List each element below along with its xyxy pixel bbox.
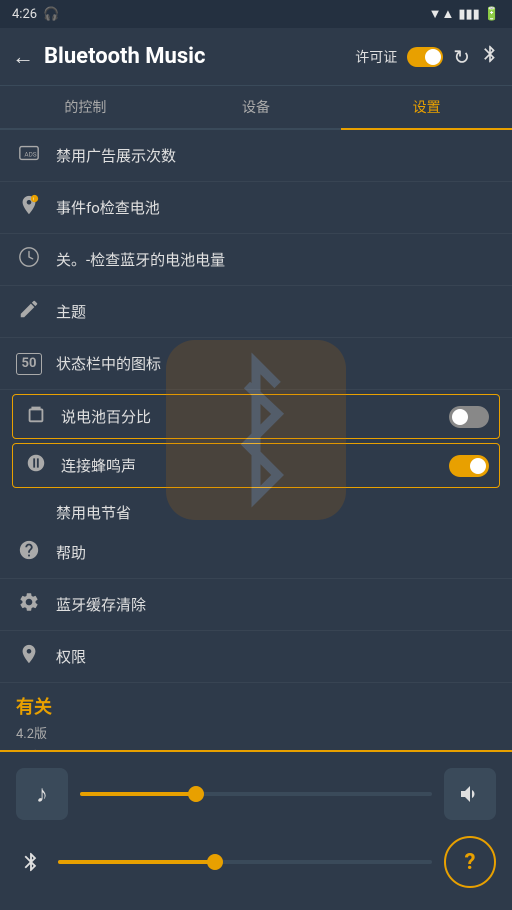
- theme-icon: [16, 298, 42, 325]
- signal-icon: ▮▮▮: [458, 7, 479, 22]
- help-circle-icon: ?: [465, 850, 476, 875]
- status-time: 4:26: [12, 7, 37, 22]
- svg-text:!: !: [33, 197, 34, 203]
- ads-label: 禁用广告展示次数: [56, 145, 496, 166]
- connect-beep-label: 连接蜂鸣声: [61, 455, 437, 476]
- event-label: 事件fo检查电池: [56, 197, 496, 218]
- music-player-row: ♪: [16, 768, 496, 820]
- page-title: Bluetooth Music: [44, 44, 355, 69]
- tab-bar: 的控制 设备 设置: [0, 86, 512, 130]
- bottom-player: ♪ ?: [0, 750, 512, 910]
- tab-settings[interactable]: 设置: [341, 86, 512, 128]
- ads-icon: ADS: [16, 142, 42, 169]
- about-version: 4.2版: [16, 723, 496, 742]
- statusbar-icon-label: 状态栏中的图标: [56, 353, 496, 374]
- settings-content: ADS 禁用广告展示次数 ! 事件fo检查电池 关。-检查蓝牙的电池电量 主题 …: [0, 130, 512, 750]
- bluetooth-header-icon[interactable]: [480, 44, 500, 69]
- help-circle-button[interactable]: ?: [444, 836, 496, 888]
- bt-volume-slider[interactable]: [58, 860, 432, 864]
- help-label: 帮助: [56, 542, 496, 563]
- permission-toggle[interactable]: [407, 47, 443, 67]
- menu-item-ads[interactable]: ADS 禁用广告展示次数: [0, 130, 512, 182]
- theme-label: 主题: [56, 301, 496, 322]
- about-section: 有关 4.2版 开发magdelphi: [0, 683, 512, 750]
- status-right: ▼▲ ▮▮▮ 🔋: [429, 6, 500, 22]
- menu-item-battery-check[interactable]: 关。-检查蓝牙的电池电量: [0, 234, 512, 286]
- status-bar: 4:26 🎧 ▼▲ ▮▮▮ 🔋: [0, 0, 512, 28]
- wifi-icon: ▼▲: [429, 6, 455, 22]
- bt-cache-label: 蓝牙缓存清除: [56, 594, 496, 615]
- permissions-label: 权限: [56, 646, 496, 667]
- status-left: 4:26 🎧: [12, 7, 59, 22]
- music-volume-thumb: [188, 786, 204, 802]
- menu-item-help[interactable]: 帮助: [0, 527, 512, 579]
- menu-item-statusbar-icon[interactable]: 50 状态栏中的图标: [0, 338, 512, 390]
- bt-player-row: ?: [16, 836, 496, 888]
- back-button[interactable]: ←: [12, 44, 34, 70]
- menu-item-theme[interactable]: 主题: [0, 286, 512, 338]
- refresh-icon[interactable]: ↻: [453, 45, 470, 69]
- toggle-row-battery-percent[interactable]: 说电池百分比: [12, 394, 500, 439]
- bt-player-icon: [16, 851, 46, 873]
- header-actions: 许可证 ↻: [355, 44, 500, 69]
- music-note-button[interactable]: ♪: [16, 768, 68, 820]
- tab-controls[interactable]: 的控制: [0, 86, 171, 128]
- battery-percent-label: 说电池百分比: [61, 406, 437, 427]
- statusbar-icon-icon: 50: [16, 353, 42, 375]
- headphone-icon: 🎧: [43, 7, 59, 22]
- menu-item-bt-cache[interactable]: 蓝牙缓存清除: [0, 579, 512, 631]
- bt-volume-fill: [58, 860, 215, 864]
- event-icon: !: [16, 194, 42, 221]
- toggle-row-connect-beep[interactable]: 连接蜂鸣声: [12, 443, 500, 488]
- permission-label: 许可证: [355, 47, 397, 67]
- svg-text:ADS: ADS: [24, 151, 36, 159]
- music-note-icon: ♪: [36, 780, 48, 809]
- music-volume-fill: [80, 792, 196, 796]
- tab-devices[interactable]: 设备: [171, 86, 342, 128]
- battery-check-label: 关。-检查蓝牙的电池电量: [56, 249, 496, 270]
- menu-item-event[interactable]: ! 事件fo检查电池: [0, 182, 512, 234]
- bt-volume-thumb: [207, 854, 223, 870]
- permissions-icon: [16, 643, 42, 670]
- menu-item-permissions[interactable]: 权限: [0, 631, 512, 683]
- bt-cache-icon: [16, 591, 42, 618]
- connect-beep-toggle[interactable]: [449, 455, 489, 477]
- help-icon: [16, 539, 42, 566]
- battery-percent-icon: [23, 403, 49, 430]
- app-header: ← Bluetooth Music 许可证 ↻: [0, 28, 512, 86]
- battery-percent-toggle[interactable]: [449, 406, 489, 428]
- volume-button[interactable]: [444, 768, 496, 820]
- connect-beep-icon: [23, 452, 49, 479]
- battery-check-icon: [16, 246, 42, 273]
- about-title: 有关: [16, 693, 496, 719]
- music-volume-slider[interactable]: [80, 792, 432, 796]
- section-power-save: 禁用电节省: [0, 492, 512, 527]
- battery-icon: 🔋: [484, 7, 500, 22]
